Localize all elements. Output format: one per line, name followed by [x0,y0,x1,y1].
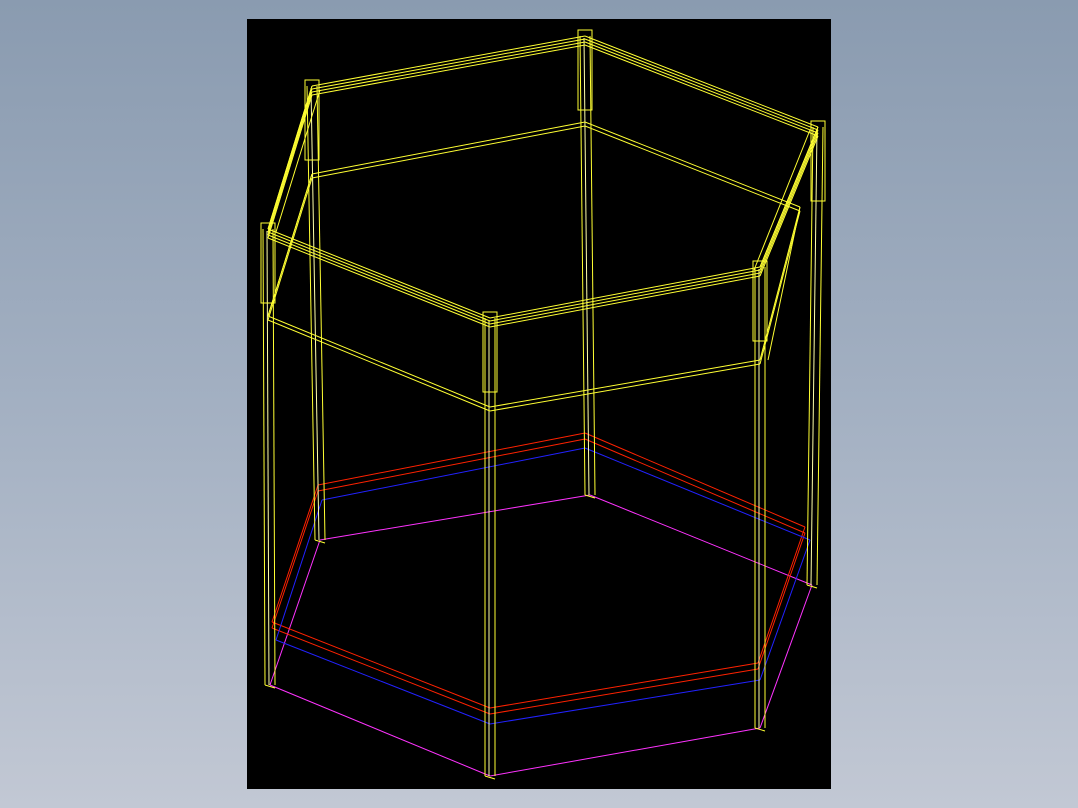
brace-right-a [759,126,819,268]
upper-ring-edge-0-2 [584,41,819,134]
middle-ring-edge-5-1 [311,125,586,179]
post-1-right [816,126,824,586]
floor-edge-5-0 [319,494,591,541]
rail-red-edge-5-1 [317,438,586,492]
floor-edge-3-0 [269,684,491,777]
middle-ring-edge-0-0 [584,121,801,208]
middle-ring-edge-1-0 [759,206,801,361]
middle-ring-edge-3-0 [267,315,491,408]
lower-rail-group [271,432,811,725]
brace-right-c [767,206,801,361]
post-4-inner [266,230,270,686]
middle-ring-edge-0-1 [584,125,801,212]
brace-right-b [753,129,811,271]
floor-edge-2-0 [489,727,761,777]
upper-ring-edge-2-2 [489,272,761,325]
rail-blue-edge-2-0 [489,679,761,725]
rail-red-edge-0-1 [584,438,806,534]
upper-ring-edge-0-3 [584,44,819,137]
upper-ring-edge-0-0 [584,35,819,128]
post-3-foot [484,775,496,780]
upper-ring-edge-4-3 [267,94,313,239]
hexagonal-frame-wireframe [260,29,826,780]
vertical-posts-group [260,29,826,780]
brace-group [267,85,819,361]
upper-frame-group [267,35,819,412]
middle-ring-edge-2-0 [489,359,761,408]
upper-ring-edge-2-0 [489,266,761,319]
rail-red-edge-3-1 [271,627,491,715]
cad-viewport[interactable] [247,19,831,789]
rail-red-edge-2-0 [489,662,759,709]
upper-ring-edge-4-2 [267,91,313,236]
upper-ring-edge-5-2 [311,41,586,93]
rail-blue-edge-5-0 [321,447,586,501]
upper-ring-edge-2-1 [489,269,761,322]
post-4-left [262,228,266,686]
floor-outline-group [269,494,813,777]
rail-red-edge-4-0 [271,484,319,623]
rail-blue-edge-0-0 [584,447,811,541]
rail-red-edge-4-1 [271,490,319,629]
middle-ring-edge-2-1 [489,363,761,412]
upper-ring-edge-5-0 [311,35,586,87]
upper-ring-edge-0-1 [584,38,819,131]
upper-ring-edge-3-2 [267,234,491,325]
upper-ring-edge-5-1 [311,38,586,90]
rail-red-edge-3-0 [271,621,491,709]
post-5-left [306,85,316,541]
upper-ring-edge-2-3 [489,275,761,328]
rail-red-edge-2-1 [489,668,759,715]
middle-ring-edge-5-0 [311,121,586,175]
rail-red-edge-5-0 [317,432,586,486]
upper-ring-edge-3-3 [267,237,491,328]
upper-ring-edge-5-3 [311,44,586,96]
upper-ring-edge-3-1 [267,231,491,322]
rail-blue-edge-3-0 [275,639,491,725]
floor-edge-0-0 [589,494,813,586]
rail-red-edge-0-0 [584,432,806,528]
upper-ring-edge-3-0 [267,228,491,319]
middle-ring-edge-3-1 [267,319,491,412]
